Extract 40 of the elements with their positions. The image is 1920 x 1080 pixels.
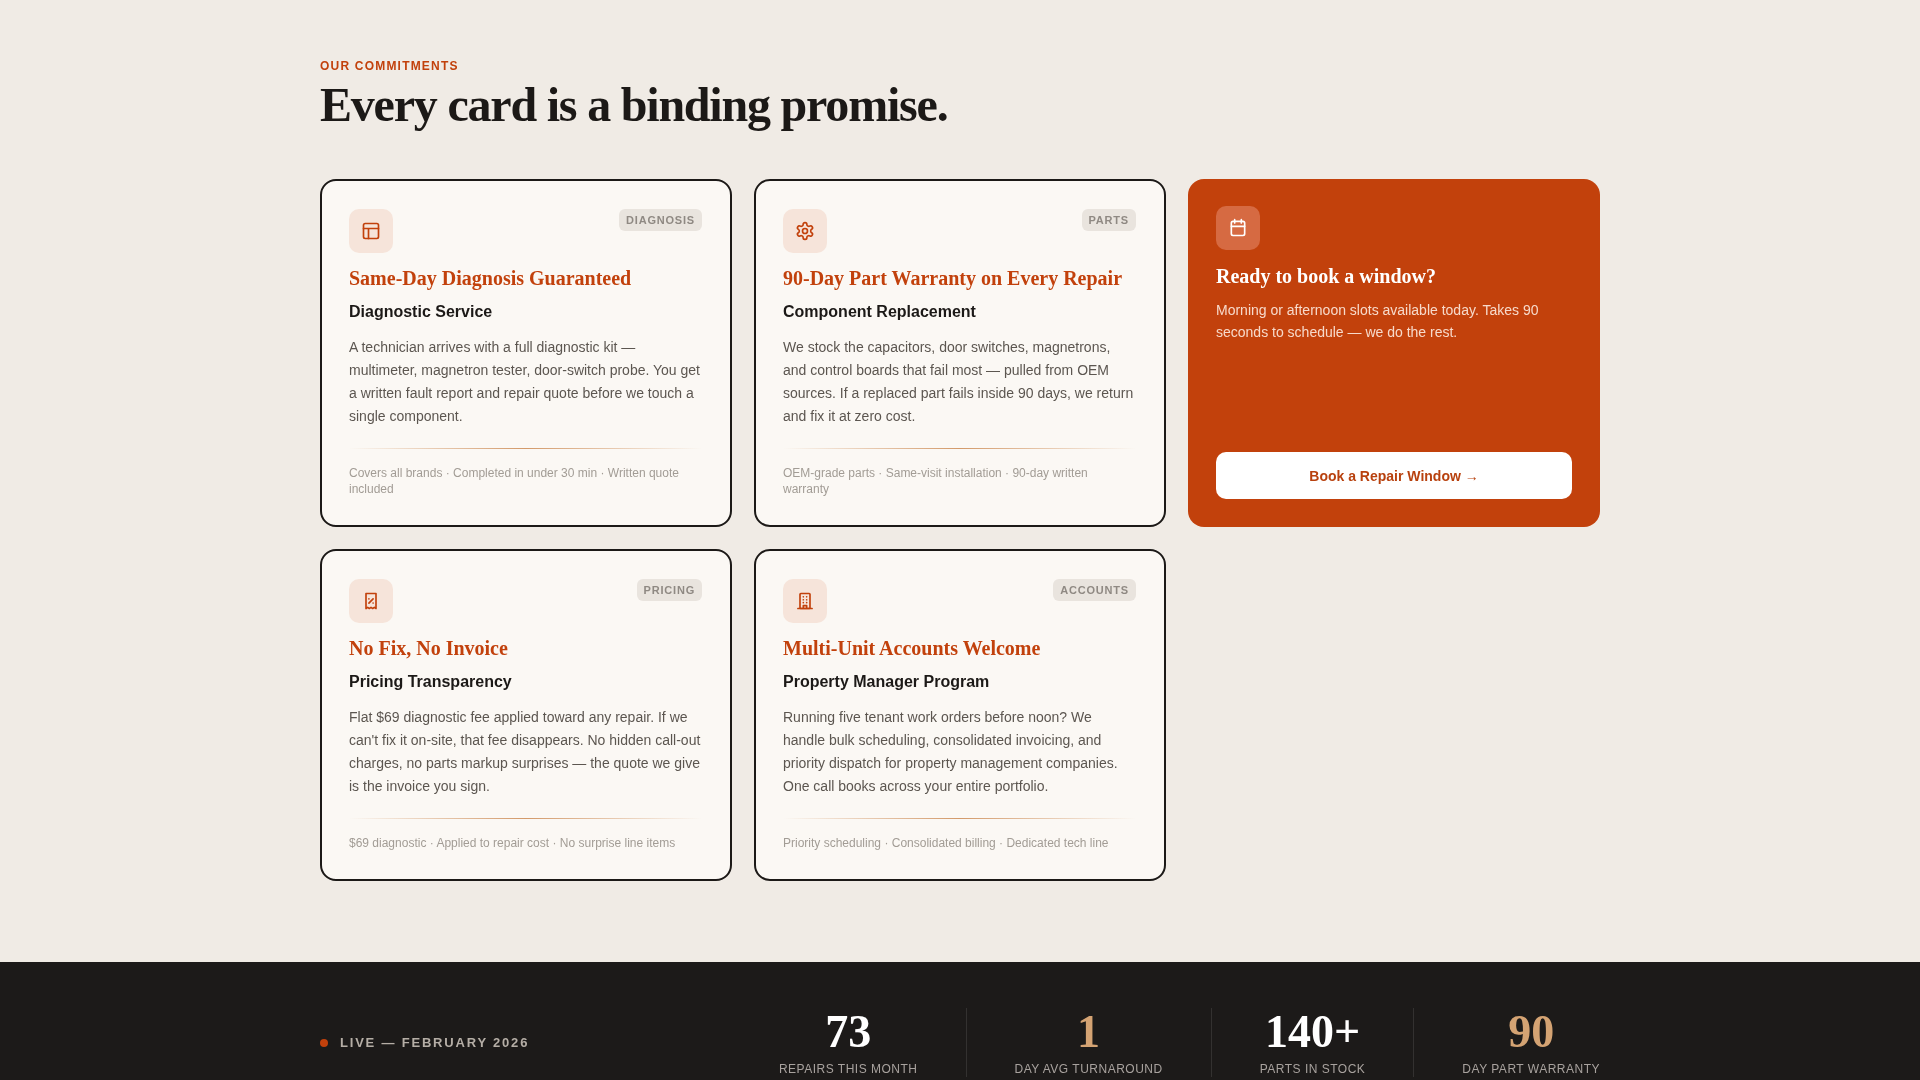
section-heading: Every card is a binding promise. xyxy=(320,78,948,131)
booking-title: Ready to book a window? xyxy=(1216,264,1437,289)
category-tag: ACCOUNTS xyxy=(1053,579,1136,601)
status-dot-icon xyxy=(320,1038,328,1047)
book-repair-button[interactable]: Book a Repair Window → xyxy=(1216,452,1572,499)
stat-value: 73 xyxy=(825,1008,872,1056)
feature-list-text: OEM-grade parts · Same-visit installation · 90-day written warranty xyxy=(783,465,1089,497)
stat-label: REPAIRS THIS MONTH xyxy=(778,1061,918,1077)
gear-icon xyxy=(783,209,827,253)
stat-value: 1 xyxy=(1077,1008,1101,1056)
card-subtitle: Component Replacement xyxy=(783,302,976,322)
stat-label: DAY AVG TURNAROUND xyxy=(1014,1061,1163,1077)
live-label: LIVE — FEBRUARY 2026 xyxy=(340,1033,530,1052)
layout-icon xyxy=(349,209,393,253)
card-title: No Fix, No Invoice xyxy=(349,636,508,661)
category-tag: DIAGNOSIS xyxy=(619,209,702,231)
section-eyebrow: OUR COMMITMENTS xyxy=(320,58,459,74)
feature-list-text: Priority scheduling · Consolidated billing · Dedicated tech line xyxy=(783,835,1110,851)
calendar-icon xyxy=(1216,206,1260,250)
feature-list-text: $69 diagnostic · Applied to repair cost · No surprise line items xyxy=(349,835,677,851)
building-icon xyxy=(783,579,827,623)
card-title: Same-Day Diagnosis Guaranteed xyxy=(349,266,632,291)
card-subtitle: Diagnostic Service xyxy=(349,302,493,322)
card-subtitle: Property Manager Program xyxy=(783,672,990,692)
card-title: Multi-Unit Accounts Welcome xyxy=(783,636,1041,661)
card-title: 90-Day Part Warranty on Every Repair xyxy=(783,266,1123,291)
card-description: Running five tenant work orders before noon? We handle bulk scheduling, consolidated invoicing, and priority dispatch for property management companies. One call books across your entire portfolio. xyxy=(783,708,1119,796)
feature-list-text: Covers all brands · Completed in under 30 min · Written quote included xyxy=(349,465,680,497)
booking-description: Morning or afternoon slots available today. Takes 90 seconds to schedule — we do the rest. xyxy=(1216,301,1540,342)
receipt-percent-icon xyxy=(349,579,393,623)
stat-label: DAY PART WARRANTY xyxy=(1462,1061,1600,1077)
category-tag: PARTS xyxy=(1081,209,1136,231)
card-description: Flat $69 diagnostic fee applied toward any repair. If we can't fix it on-site, that fee disappears. No hidden call-out charges, no parts markup surprises — the quote we give is the invoice you sign. xyxy=(349,708,702,796)
category-tag: PRICING xyxy=(636,579,702,601)
stat-label: PARTS IN STOCK xyxy=(1259,1061,1366,1077)
card-description: We stock the capacitors, door switches, magnetrons, and control boards that fail most — pulled from OEM sources. If a replaced part fails inside 90 days, we return and fix it at zero cost. xyxy=(783,338,1135,426)
stat-value: 140+ xyxy=(1264,1008,1361,1056)
card-subtitle: Pricing Transparency xyxy=(349,672,512,692)
card-description: A technician arrives with a full diagnostic kit — multimeter, magnetron tester, door-switch probe. You get a written fault report and repair quote before we touch a single component. xyxy=(349,338,701,426)
stat-value: 90 xyxy=(1508,1008,1555,1056)
